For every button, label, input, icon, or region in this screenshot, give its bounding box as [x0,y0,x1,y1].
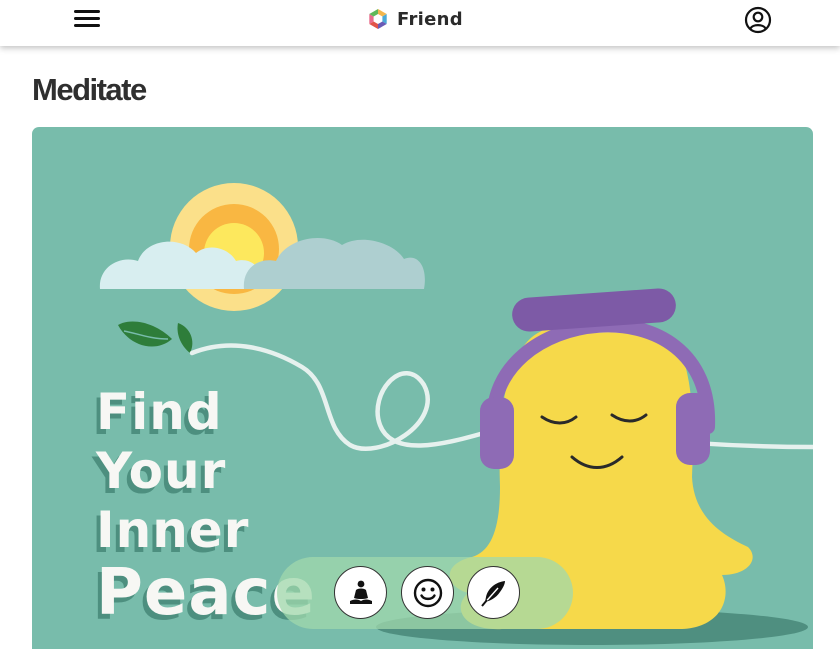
top-bar: Friend [0,0,840,46]
smiley-face-icon [413,578,442,607]
brand[interactable]: Friend [366,6,463,32]
hero-line: Your [96,442,227,500]
hero-line: Inner [96,501,250,559]
leaf-icon [118,321,172,347]
brand-name: Friend [397,8,463,30]
friend-logo-icon [369,9,387,29]
hamburger-menu-icon[interactable] [74,7,100,31]
meditation-icon [349,580,372,604]
mood-nav-button[interactable] [401,566,454,619]
meditation-nav-button[interactable] [334,566,387,619]
page-title: Meditate [32,72,147,107]
hero-line: Find [96,383,223,441]
user-circle-icon[interactable] [744,6,772,34]
feather-icon [480,580,505,607]
journal-nav-button[interactable] [467,566,520,619]
